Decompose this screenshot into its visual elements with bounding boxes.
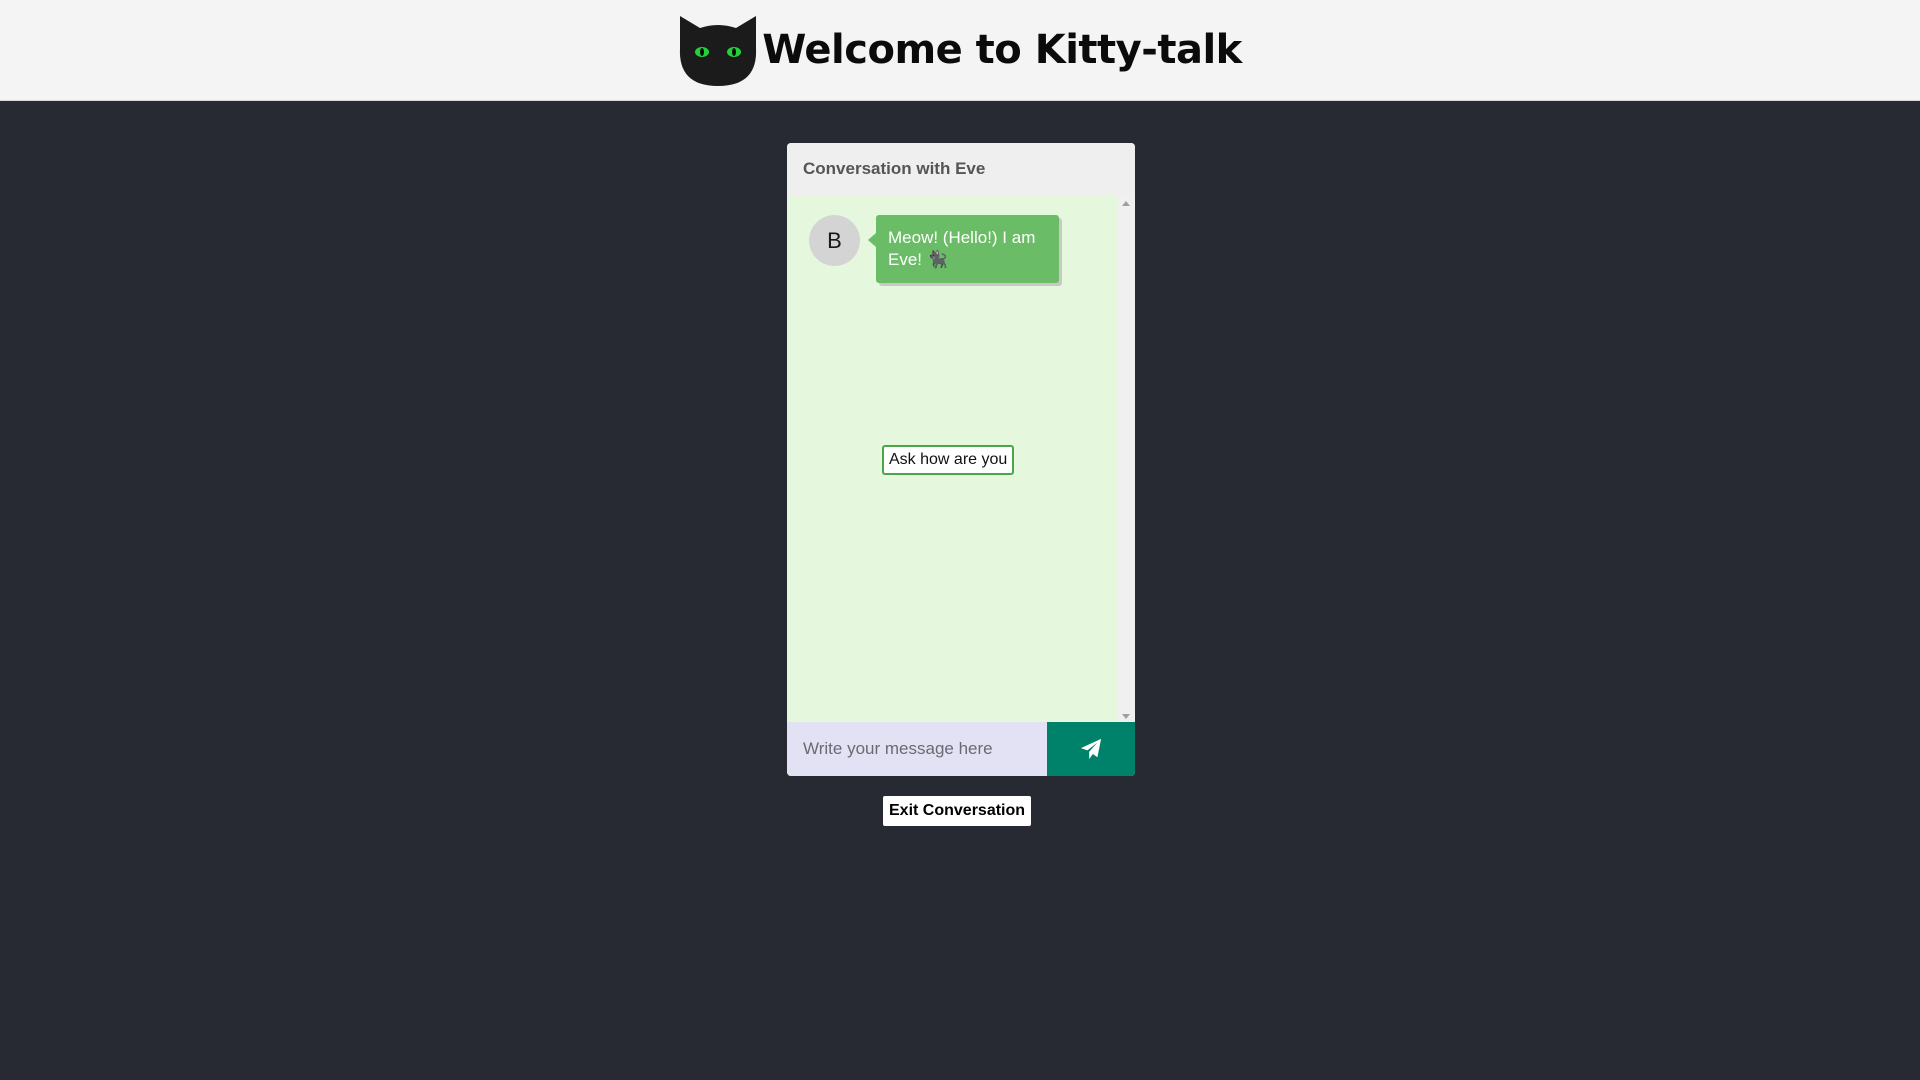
send-button[interactable] bbox=[1047, 722, 1135, 776]
paper-plane-icon bbox=[1080, 738, 1102, 760]
black-cat-face-icon bbox=[680, 16, 757, 86]
message-list: B Meow! (Hello!) I am Eve! 🐈‍⬛ Ask how a… bbox=[787, 195, 1117, 722]
site-title: Welcome to Kitty-talk bbox=[762, 27, 1242, 73]
message-bubble: Meow! (Hello!) I am Eve! 🐈‍⬛ bbox=[868, 215, 1059, 283]
chat-panel: Conversation with Eve B Meow! (Hello!) I… bbox=[787, 143, 1135, 776]
exit-conversation-button[interactable]: Exit Conversation bbox=[883, 796, 1032, 826]
message-row: B Meow! (Hello!) I am Eve! 🐈‍⬛ bbox=[809, 215, 1059, 283]
reply-option-button[interactable]: Ask how are you bbox=[882, 445, 1015, 475]
scroll-up-icon[interactable] bbox=[1122, 201, 1130, 206]
scroll-down-icon[interactable] bbox=[1122, 714, 1130, 719]
message-composer bbox=[787, 722, 1135, 776]
avatar: B bbox=[809, 215, 860, 266]
message-input[interactable] bbox=[787, 722, 1047, 776]
site-header: Welcome to Kitty-talk bbox=[0, 0, 1920, 101]
message-list-scrollbar[interactable] bbox=[1117, 195, 1135, 722]
conversation-title: Conversation with Eve bbox=[787, 143, 1135, 195]
